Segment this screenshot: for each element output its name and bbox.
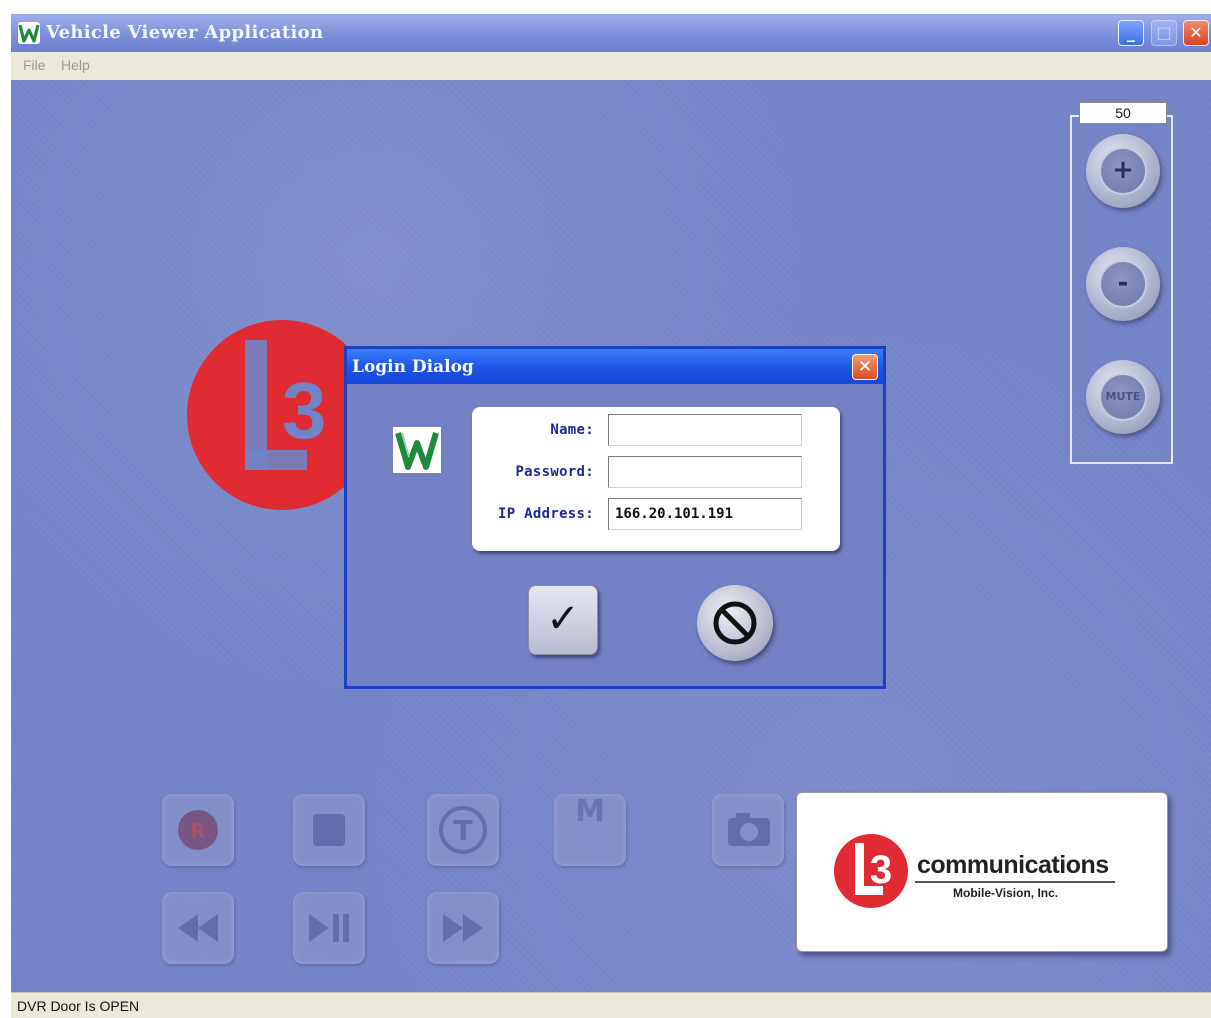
checkmark-icon: ✓: [546, 596, 580, 642]
title-bar: Vehicle Viewer Application _ □ ✕: [11, 14, 1211, 52]
camera-button[interactable]: [712, 794, 784, 866]
rewind-icon: [178, 914, 218, 942]
volume-up-button[interactable]: +: [1086, 134, 1160, 208]
company-subtitle: Mobile-Vision, Inc.: [953, 886, 1059, 900]
menu-bar: File Help: [11, 52, 1211, 80]
mark-button[interactable]: M: [554, 794, 626, 866]
mute-button[interactable]: MUTE: [1086, 360, 1160, 434]
login-form: Name: Password: IP Address:: [472, 407, 840, 551]
minimize-button[interactable]: _: [1118, 20, 1144, 46]
window-title: Vehicle Viewer Application: [46, 22, 324, 43]
app-logo: [393, 427, 441, 473]
camera-icon: [728, 813, 770, 846]
tag-icon: T: [439, 806, 487, 854]
svg-text:T: T: [453, 814, 472, 847]
fast-forward-icon: [443, 914, 483, 942]
ip-address-label: IP Address:: [497, 506, 594, 522]
l3-logo-text: 3: [870, 848, 892, 892]
name-input[interactable]: [608, 414, 802, 446]
prohibited-icon: [713, 601, 757, 645]
stop-icon: [313, 814, 345, 846]
company-logo-card: 3 communications Mobile-Vision, Inc.: [796, 792, 1168, 952]
company-divider: [915, 881, 1115, 883]
status-text: DVR Door Is OPEN: [17, 998, 140, 1014]
dialog-title-bar: Login Dialog ✕: [347, 349, 883, 384]
l3-logo: 3: [833, 833, 915, 909]
svg-text:R: R: [190, 819, 205, 843]
login-dialog: Login Dialog ✕ Name: Password: IP Addres…: [344, 346, 886, 689]
rewind-button[interactable]: [162, 892, 234, 964]
tag-button[interactable]: T: [427, 794, 499, 866]
status-bar: DVR Door Is OPEN: [11, 992, 1211, 1018]
volume-level: 50: [1079, 102, 1167, 124]
menu-help[interactable]: Help: [61, 57, 90, 73]
menu-file[interactable]: File: [23, 57, 46, 73]
l3-background-logo-text: 3: [282, 366, 327, 455]
record-icon: R: [178, 810, 218, 850]
name-label: Name:: [550, 422, 594, 438]
ok-button[interactable]: ✓: [528, 585, 598, 655]
close-button[interactable]: ✕: [1183, 20, 1209, 46]
mark-label: M: [575, 794, 605, 829]
play-pause-button[interactable]: [293, 892, 365, 964]
record-button[interactable]: R: [162, 794, 234, 866]
ip-address-input[interactable]: [608, 498, 802, 530]
password-input[interactable]: [608, 456, 802, 488]
dialog-close-button[interactable]: ✕: [852, 354, 878, 380]
cancel-button[interactable]: [697, 585, 773, 661]
dialog-title: Login Dialog: [352, 357, 474, 377]
maximize-button: □: [1151, 20, 1177, 46]
plus-icon: +: [1099, 147, 1147, 195]
volume-down-button[interactable]: -: [1086, 247, 1160, 321]
stop-button[interactable]: [293, 794, 365, 866]
company-name: communications: [917, 851, 1109, 879]
minus-icon: -: [1099, 260, 1147, 308]
app-icon: [18, 22, 40, 44]
fast-forward-button[interactable]: [427, 892, 499, 964]
l3-background-logo: 3: [187, 320, 377, 510]
password-label: Password:: [515, 464, 594, 480]
play-pause-icon: [309, 914, 349, 942]
mute-label: MUTE: [1099, 373, 1147, 421]
